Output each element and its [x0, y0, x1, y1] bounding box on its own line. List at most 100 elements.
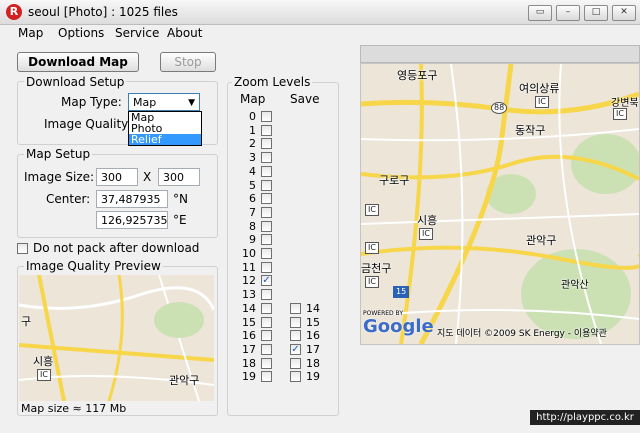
map-label-guro: 구로구 [379, 174, 410, 187]
close-icon[interactable]: ✕ [612, 5, 636, 21]
preview-ic-shield: IC [37, 369, 51, 381]
zoom-map-level-label: 17 [242, 342, 256, 356]
zoom-map-checkbox[interactable] [261, 179, 272, 191]
menu-map[interactable]: Map [18, 26, 43, 40]
zoom-map-checkbox[interactable] [261, 330, 272, 342]
download-map-button[interactable]: Download Map [17, 52, 139, 72]
zoom-map-level-label: 10 [242, 247, 256, 260]
zoom-map-level-label: 2 [249, 137, 256, 151]
zoom-save-checkbox[interactable] [290, 302, 301, 314]
window-title: seoul [Photo] : 1025 files [28, 5, 178, 19]
zoom-map-checkbox[interactable] [261, 152, 272, 164]
zoom-save-level-label: 17 [306, 342, 320, 356]
zoom-map-checkbox[interactable] [261, 165, 272, 177]
zoom-map-checkbox[interactable] [261, 289, 272, 301]
zoom-save-level-label: 15 [306, 315, 320, 329]
zoom-map-level-label: 19 [242, 370, 256, 384]
zoom-levels-title: Zoom Levels [232, 75, 313, 89]
stop-button[interactable]: Stop [160, 52, 216, 72]
size-separator: X [143, 170, 152, 184]
map-label-siheung: 시흥 [417, 214, 438, 227]
map-label-yeongdeungpo: 영등포구 [397, 69, 438, 82]
map-type-select[interactable]: Map ▼ [128, 93, 200, 111]
center-label: Center: [46, 192, 91, 206]
map-label-gwanak: 관악구 [526, 234, 557, 247]
zoom-save-checkbox[interactable] [290, 316, 301, 328]
no-pack-checkbox[interactable] [17, 243, 28, 254]
zoom-map-checkbox[interactable] [261, 302, 272, 314]
download-setup-title: Download Setup [24, 75, 127, 89]
image-width-input[interactable]: 300 [96, 168, 138, 186]
latitude-unit: °N [173, 192, 188, 206]
zoom-map-checkbox[interactable] [261, 343, 272, 355]
preview-label-gwanak: 관악구 [169, 374, 200, 387]
zoom-map-level-label: 7 [249, 205, 256, 219]
minimize-icon[interactable]: – [556, 5, 580, 21]
map-ic-shield-2: IC [365, 204, 379, 216]
image-size-label: Image Size: [24, 170, 95, 184]
zoom-map-checkbox[interactable] [261, 248, 272, 259]
zoom-map-checkbox[interactable] [261, 234, 272, 246]
zoom-map-level-label: 14 [242, 301, 256, 315]
zoom-save-checkbox[interactable] [290, 371, 301, 383]
zoom-map-checkbox[interactable] [261, 357, 272, 369]
zoom-save-column: Save [290, 92, 320, 106]
map-type-label: Map Type: [61, 95, 122, 109]
map-label-yeouisangryu: 여의상류 [519, 82, 560, 95]
menu-service[interactable]: Service [115, 26, 159, 40]
image-height-input[interactable]: 300 [158, 168, 200, 186]
zoom-save-checkbox[interactable]: ✓ [290, 343, 301, 355]
map-type-value: Map [133, 96, 157, 109]
zoom-map-checkbox[interactable] [261, 193, 272, 205]
map-highway-88-shield: 88 [491, 102, 508, 114]
zoom-map-checkbox[interactable] [261, 206, 272, 218]
maximize-icon[interactable]: □ [584, 5, 608, 21]
map-view[interactable]: 영등포구 여의상류 IC 88 동작구 구로구 IC 시흥 IC 관악구 IC … [360, 63, 640, 345]
longitude-input[interactable]: 126,925735 [96, 211, 168, 229]
map-label-geumcheon: 금천구 [361, 262, 392, 275]
title-bar: R seoul [Photo] : 1025 files ▭ – □ ✕ [0, 0, 640, 25]
preview-label-siheung: 시흥 [33, 355, 54, 368]
zoom-map-level-label: 5 [249, 178, 256, 192]
zoom-save-level-label: 14 [306, 301, 320, 315]
zoom-map-level-label: 4 [249, 164, 256, 178]
image-quality-label: Image Quality: [44, 117, 132, 131]
map-highway-15-shield: 15 [393, 286, 410, 298]
zoom-map-level-label: 18 [242, 356, 256, 370]
zoom-map-checkbox[interactable] [261, 138, 272, 150]
zoom-save-level-label: 19 [306, 370, 320, 384]
latitude-input[interactable]: 37,487935 [96, 190, 168, 208]
dropdown-option-relief[interactable]: Relief [129, 134, 201, 145]
chevron-down-icon: ▼ [188, 98, 195, 108]
map-label-gwanaksan: 관악산 [561, 280, 589, 291]
zoom-save-level-label: 16 [306, 329, 320, 343]
map-type-dropdown-list: Map Photo Relief [128, 111, 202, 146]
zoom-map-level-label: 12 [242, 274, 256, 288]
zoom-save-checkbox[interactable] [290, 357, 301, 369]
restore-icon[interactable]: ▭ [528, 5, 552, 21]
preview-title: Image Quality Preview [24, 259, 163, 273]
map-copyright: 지도 데이터 ©2009 SK Energy - 이용약관 [437, 329, 607, 339]
zoom-save-checkbox[interactable] [290, 330, 301, 342]
zoom-map-checkbox[interactable]: ✓ [261, 275, 272, 287]
app-icon: R [6, 4, 22, 20]
zoom-map-checkbox[interactable] [261, 111, 272, 122]
map-ic-shield-4: IC [365, 242, 379, 254]
zoom-map-checkbox[interactable] [261, 371, 272, 383]
menu-options[interactable]: Options [58, 26, 104, 40]
preview-label-gu: 구 [21, 315, 32, 328]
preview-map: 구 시흥 IC 관악구 [19, 275, 214, 401]
zoom-map-level-label: 0 [249, 110, 256, 123]
map-label-dongjak: 동작구 [515, 124, 546, 137]
zoom-map-checkbox[interactable] [261, 261, 272, 273]
menu-about[interactable]: About [167, 26, 202, 40]
longitude-unit: °E [173, 213, 187, 227]
map-ic-shield-5: IC [365, 276, 379, 288]
watermark-url: http://playppc.co.kr [530, 410, 640, 425]
zoom-map-level-label: 8 [249, 219, 256, 233]
zoom-map-checkbox[interactable] [261, 316, 272, 328]
zoom-map-checkbox[interactable] [261, 124, 272, 136]
zoom-save-level-label: 18 [306, 356, 320, 370]
zoom-map-checkbox[interactable] [261, 220, 272, 232]
menu-bar: Map Options Service About [0, 24, 640, 44]
